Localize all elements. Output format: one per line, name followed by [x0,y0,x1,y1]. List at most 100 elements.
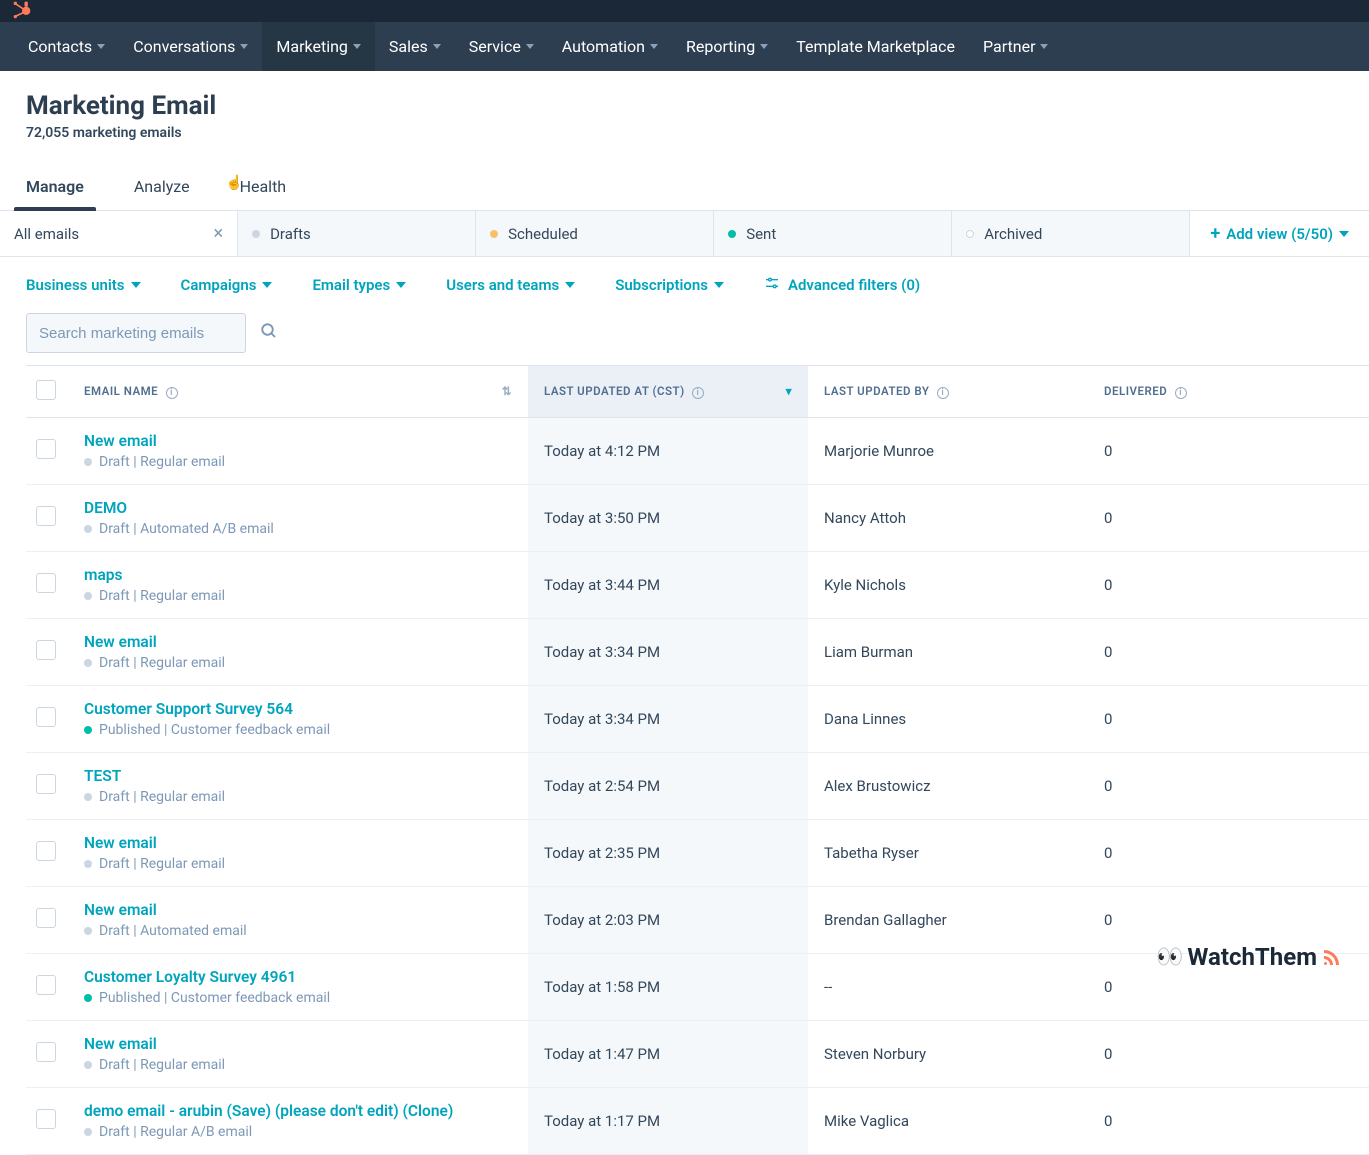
column-updated-by[interactable]: LAST UPDATED BY i [808,366,1088,418]
chevron-down-icon [1339,231,1349,237]
select-all-header [26,366,68,418]
email-meta: Published | Customer feedback email [84,722,512,738]
email-name-link[interactable]: DEMO [84,499,512,517]
email-name-link[interactable]: maps [84,566,512,584]
info-icon: i [937,387,949,399]
cell-updated-by: Alex Brustowicz [808,753,1088,820]
view-tab-all-emails[interactable]: All emails× [0,211,238,256]
chevron-down-icon [262,282,272,288]
row-checkbox[interactable] [36,1042,56,1062]
row-checkbox[interactable] [36,975,56,995]
email-name-link[interactable]: demo email - arubin (Save) (please don't… [84,1102,512,1120]
chevron-down-icon [433,44,441,49]
email-name-link[interactable]: New email [84,834,512,852]
filter-campaigns[interactable]: Campaigns [181,276,273,294]
table-row: demo email - arubin (Save) (please don't… [26,1088,1369,1155]
nav-partner[interactable]: Partner [969,22,1063,71]
tab-health[interactable]: Health☝ [240,167,287,210]
chevron-down-icon [526,44,534,49]
row-checkbox[interactable] [36,841,56,861]
email-name-link[interactable]: New email [84,901,512,919]
info-icon: i [692,387,704,399]
search-box [26,313,246,353]
cell-delivered: 0 [1088,1088,1369,1155]
info-icon: i [1175,387,1187,399]
status-dot [728,230,736,238]
column-email-name[interactable]: EMAIL NAME i ⇅ [68,366,528,418]
tab-analyze[interactable]: Analyze [134,167,190,210]
cell-last-updated: Today at 1:47 PM [528,1021,808,1088]
email-name-link[interactable]: TEST [84,767,512,785]
tab-manage[interactable]: Manage [26,167,84,210]
nav-template-marketplace[interactable]: Template Marketplace [782,22,969,71]
email-name-link[interactable]: New email [84,633,512,651]
nav-marketing[interactable]: Marketing [262,22,374,71]
search-icon[interactable] [250,314,288,352]
row-checkbox[interactable] [36,774,56,794]
row-checkbox[interactable] [36,506,56,526]
page-tabs: Manage Analyze Health☝ [0,149,1369,211]
filters-row: Business units Campaigns Email types Users … [0,257,1369,313]
add-view-button[interactable]: +Add view (5/50) [1190,211,1369,256]
cell-updated-by: Liam Burman [808,619,1088,686]
chevron-down-icon [131,282,141,288]
column-last-updated[interactable]: LAST UPDATED AT (CST) i ▾ [528,366,808,418]
status-dot [84,659,92,667]
search-input[interactable] [27,315,250,352]
filter-business-units[interactable]: Business units [26,276,141,294]
nav-contacts[interactable]: Contacts [14,22,119,71]
row-checkbox[interactable] [36,908,56,928]
nav-conversations[interactable]: Conversations [119,22,262,71]
cell-delivered: 0 [1088,820,1369,887]
table-row: New email Draft | Regular email Today at… [26,1021,1369,1088]
cell-last-updated: Today at 2:35 PM [528,820,808,887]
table-row: New email Draft | Regular email Today at… [26,418,1369,485]
column-delivered[interactable]: DELIVERED i [1088,366,1369,418]
filter-email-types[interactable]: Email types [312,276,406,294]
plus-icon: + [1210,223,1220,244]
top-bar [0,0,1369,22]
sort-desc-icon: ▾ [786,384,792,398]
nav-reporting[interactable]: Reporting [672,22,782,71]
email-name-link[interactable]: New email [84,1035,512,1053]
row-checkbox[interactable] [36,573,56,593]
cell-last-updated: Today at 4:12 PM [528,418,808,485]
email-meta: Draft | Automated A/B email [84,521,512,537]
row-checkbox[interactable] [36,439,56,459]
info-icon: i [166,387,178,399]
view-tab-scheduled[interactable]: Scheduled [476,211,714,256]
cell-last-updated: Today at 3:44 PM [528,552,808,619]
filter-subscriptions[interactable]: Subscriptions [615,276,724,294]
cell-delivered: 0 [1088,552,1369,619]
chevron-down-icon [714,282,724,288]
row-checkbox[interactable] [36,640,56,660]
email-name-link[interactable]: Customer Loyalty Survey 4961 [84,968,512,986]
view-tab-archived[interactable]: Archived [952,211,1190,256]
cell-updated-by: Dana Linnes [808,686,1088,753]
status-dot [84,793,92,801]
page-subtitle: 72,055 marketing emails [26,125,1343,141]
row-checkbox[interactable] [36,1109,56,1129]
advanced-filters-button[interactable]: Advanced filters (0) [764,275,920,295]
cell-delivered: 0 [1088,686,1369,753]
cell-delivered: 0 [1088,1021,1369,1088]
rss-icon [1321,943,1339,971]
nav-sales[interactable]: Sales [375,22,455,71]
filter-users-and-teams[interactable]: Users and teams [446,276,575,294]
chevron-down-icon [760,44,768,49]
close-icon[interactable]: × [213,223,223,244]
cell-updated-by: -- [808,954,1088,1021]
view-tab-drafts[interactable]: Drafts [238,211,476,256]
owl-eyes-icon: 👀 [1156,945,1183,970]
table-row: New email Draft | Regular email Today at… [26,820,1369,887]
cell-last-updated: Today at 2:54 PM [528,753,808,820]
row-checkbox[interactable] [36,707,56,727]
nav-automation[interactable]: Automation [548,22,672,71]
nav-service[interactable]: Service [455,22,548,71]
select-all-checkbox[interactable] [36,380,56,400]
cell-last-updated: Today at 3:34 PM [528,619,808,686]
email-name-link[interactable]: Customer Support Survey 564 [84,700,512,718]
email-name-link[interactable]: New email [84,432,512,450]
view-tab-sent[interactable]: Sent [714,211,952,256]
cell-updated-by: Brendan Gallagher [808,887,1088,954]
